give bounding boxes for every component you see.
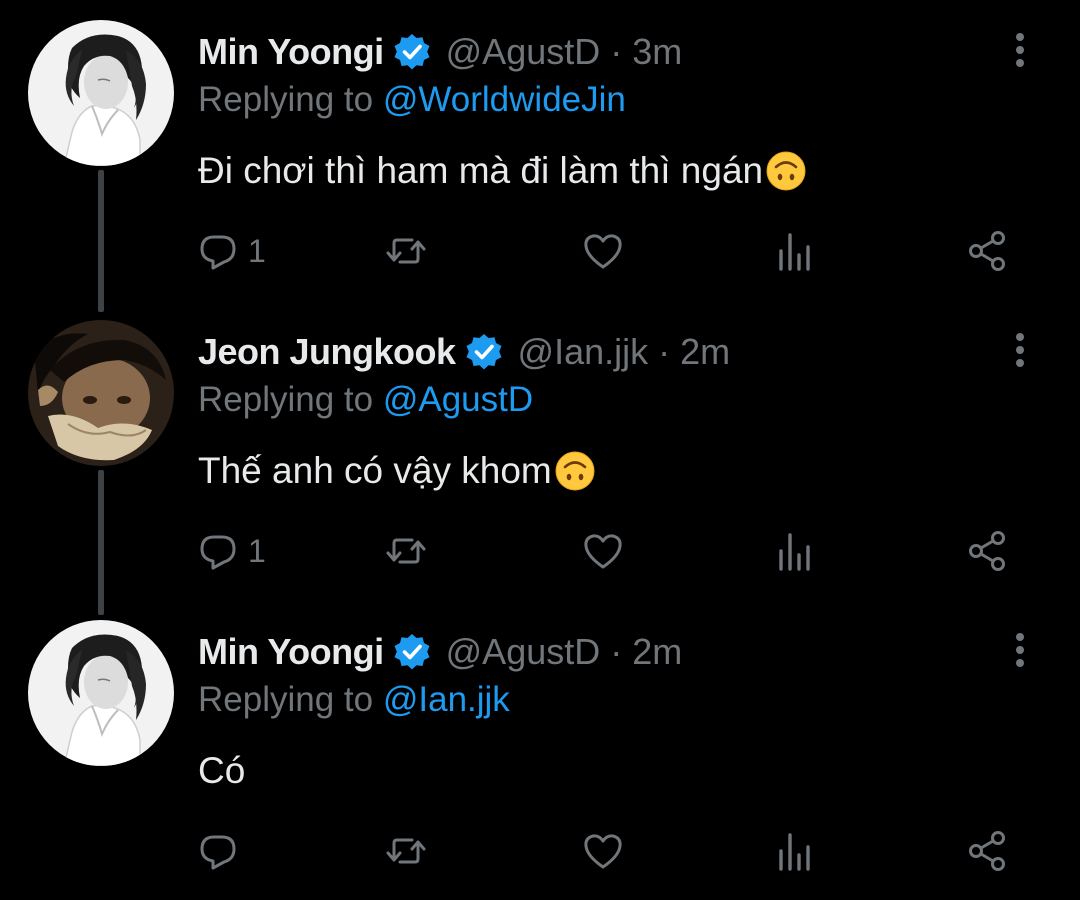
- tweet-body: Đi chơi thì ham mà đi làm thì ngán: [198, 150, 764, 191]
- retweet-button[interactable]: [384, 226, 428, 276]
- heart-icon: [584, 534, 622, 569]
- views-bar-chart-icon: [779, 533, 810, 571]
- upside-down-face-emoji-icon: [765, 150, 807, 192]
- tweet-text: Thế anh có vậy khom: [198, 446, 596, 496]
- tweet-text: Đi chơi thì ham mà đi làm thì ngán: [198, 146, 807, 196]
- retweet-icon: [386, 538, 426, 564]
- avatar-image: [28, 620, 174, 766]
- replying-to: Replying to @AgustD: [198, 376, 533, 424]
- timestamp[interactable]: 3m: [632, 26, 682, 78]
- replying-to-handle[interactable]: @AgustD: [383, 380, 533, 419]
- replying-prefix: Replying to: [198, 380, 374, 419]
- share-button[interactable]: [965, 826, 1009, 876]
- avatar[interactable]: [28, 320, 174, 466]
- tweet-body: Thế anh có vậy khom: [198, 450, 552, 491]
- tweet[interactable]: Jeon Jungkook @Ian.jjk · 2m Replying to …: [0, 300, 1080, 600]
- reply-button[interactable]: 1: [196, 526, 266, 576]
- user-handle[interactable]: @AgustD: [446, 26, 601, 78]
- retweet-button[interactable]: [384, 526, 428, 576]
- retweet-button[interactable]: [384, 826, 428, 876]
- verified-badge-icon: [464, 332, 504, 372]
- views-bar-chart-icon: [779, 233, 810, 271]
- heart-icon: [584, 234, 622, 269]
- share-icon: [969, 531, 1005, 571]
- views-button[interactable]: [773, 226, 817, 276]
- heart-icon: [584, 834, 622, 869]
- views-button[interactable]: [773, 826, 817, 876]
- avatar[interactable]: [28, 20, 174, 166]
- display-name[interactable]: Jeon Jungkook: [198, 326, 456, 378]
- tweet-text: Có: [198, 746, 245, 796]
- timestamp[interactable]: 2m: [680, 326, 730, 378]
- tweet-header: Min Yoongi @AgustD · 2m: [198, 626, 682, 678]
- verified-badge-icon: [392, 32, 432, 72]
- separator-dot: ·: [610, 31, 623, 72]
- reply-count: 1: [248, 232, 266, 269]
- replying-prefix: Replying to: [198, 680, 374, 719]
- tweet-header: Jeon Jungkook @Ian.jjk · 2m: [198, 326, 730, 378]
- views-button[interactable]: [773, 526, 817, 576]
- upside-down-face-emoji-icon: [554, 450, 596, 492]
- share-icon: [969, 831, 1005, 871]
- more-options-icon[interactable]: [1005, 630, 1035, 670]
- timestamp[interactable]: 2m: [632, 626, 682, 678]
- retweet-icon: [386, 238, 426, 264]
- tweet-actions: 1: [0, 526, 1080, 576]
- verified-badge-icon: [392, 632, 432, 672]
- share-button[interactable]: [965, 526, 1009, 576]
- display-name[interactable]: Min Yoongi: [198, 626, 384, 678]
- tweet[interactable]: Min Yoongi @AgustD · 2m Replying to @Ian…: [0, 600, 1080, 900]
- avatar-image: [28, 320, 174, 466]
- tweet-actions: [0, 826, 1080, 876]
- tweet-body: Có: [198, 750, 246, 791]
- user-handle[interactable]: @Ian.jjk: [518, 326, 649, 378]
- avatar[interactable]: [28, 620, 174, 766]
- tweet-header: Min Yoongi @AgustD · 3m: [198, 26, 682, 78]
- separator-dot: ·: [610, 631, 623, 672]
- display-name[interactable]: Min Yoongi: [198, 26, 384, 78]
- reply-button[interactable]: [196, 826, 240, 876]
- replying-to-handle[interactable]: @WorldwideJin: [383, 80, 626, 119]
- retweet-icon: [386, 838, 426, 864]
- reply-count: 1: [248, 532, 266, 569]
- share-icon: [969, 231, 1005, 271]
- replying-to: Replying to @Ian.jjk: [198, 676, 510, 724]
- more-options-icon[interactable]: [1005, 30, 1035, 70]
- user-handle[interactable]: @AgustD: [446, 626, 601, 678]
- replying-to: Replying to @WorldwideJin: [198, 76, 626, 124]
- replying-prefix: Replying to: [198, 80, 374, 119]
- replying-to-handle[interactable]: @Ian.jjk: [383, 680, 510, 719]
- reply-bubble-icon: [200, 535, 236, 570]
- share-button[interactable]: [965, 226, 1009, 276]
- tweet[interactable]: Min Yoongi @AgustD · 3m Replying to @Wor…: [0, 0, 1080, 300]
- reply-button[interactable]: 1: [196, 226, 266, 276]
- avatar-image: [28, 20, 174, 166]
- tweet-actions: 1: [0, 226, 1080, 276]
- more-options-icon[interactable]: [1005, 330, 1035, 370]
- reply-bubble-icon: [200, 835, 236, 870]
- views-bar-chart-icon: [779, 833, 810, 871]
- tweet-thread: Min Yoongi @AgustD · 3m Replying to @Wor…: [0, 0, 1080, 891]
- like-button[interactable]: [581, 226, 625, 276]
- like-button[interactable]: [581, 526, 625, 576]
- like-button[interactable]: [581, 826, 625, 876]
- reply-bubble-icon: [200, 235, 236, 270]
- separator-dot: ·: [658, 331, 671, 372]
